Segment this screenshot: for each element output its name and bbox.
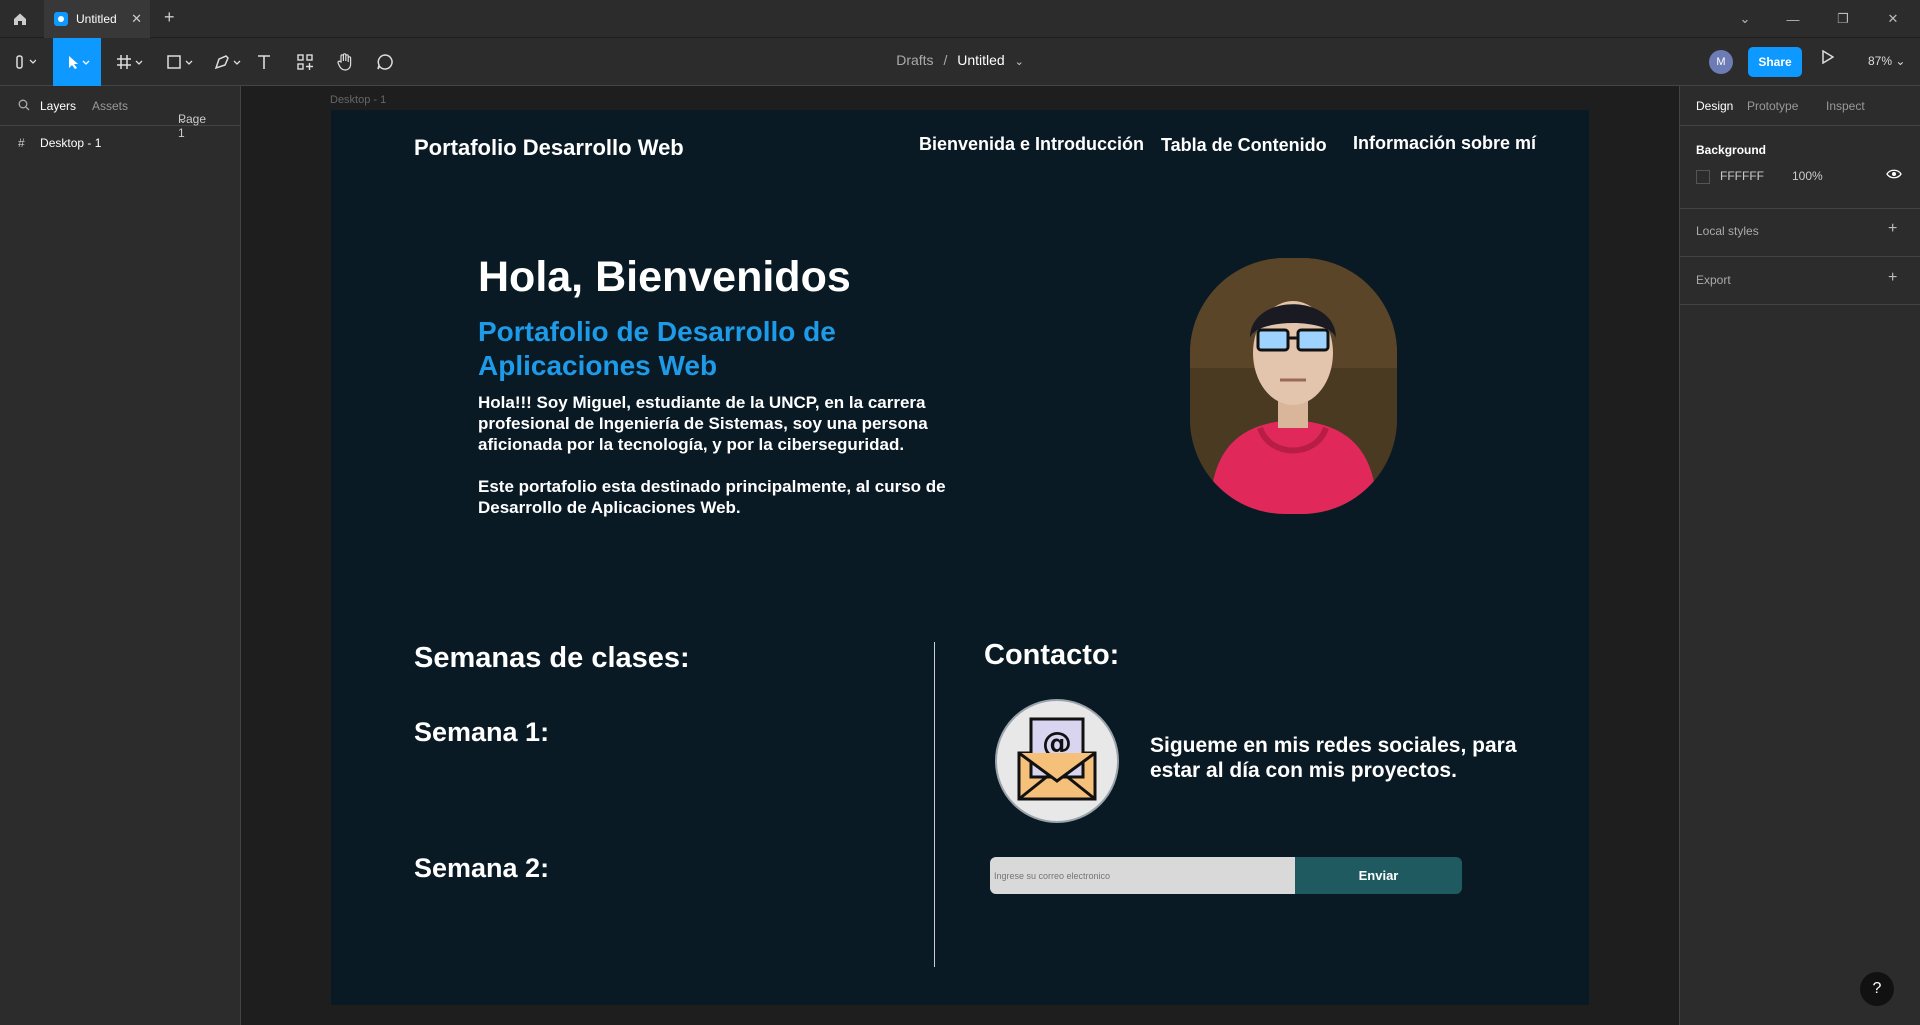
toolbar: Drafts / Untitled ⌄ [0, 38, 1920, 86]
nav-item-tabla[interactable]: Tabla de Contenido [1161, 135, 1327, 156]
social-text: Sigueme en mis redes sociales, para esta… [1150, 734, 1517, 782]
contact-heading: Contacto: [984, 639, 1120, 671]
avatar[interactable]: M [1709, 50, 1733, 74]
share-button[interactable]: Share [1748, 47, 1802, 77]
local-styles-label: Local styles [1696, 224, 1759, 238]
breadcrumb-separator: / [943, 52, 948, 68]
weeks-heading: Semanas de clases: [414, 642, 690, 674]
file-tab-label: Untitled [76, 12, 117, 26]
breadcrumb-drafts[interactable]: Drafts [896, 52, 933, 68]
tab-layers[interactable]: Layers [40, 99, 76, 113]
breadcrumb: Drafts / Untitled ⌄ [0, 52, 1920, 68]
tab-inspect[interactable]: Inspect [1826, 99, 1865, 113]
zoom-value: 87% [1868, 54, 1893, 68]
present-icon[interactable] [1822, 49, 1835, 67]
design-panel: Design Prototype Inspect Background FFFF… [1679, 86, 1920, 1025]
background-swatch[interactable] [1696, 170, 1710, 184]
nav-item-bienvenida[interactable]: Bienvenida e Introducción [919, 134, 1144, 155]
intro-text-1: Hola!!! Soy Miguel, estudiante de la UNC… [478, 393, 928, 454]
tab-assets[interactable]: Assets [92, 99, 128, 113]
page-chevron-icon: ⌄ [178, 112, 189, 126]
profile-photo [1190, 258, 1397, 514]
tab-bar: Untitled ✕ + ⌄ — ❐ ✕ [0, 0, 1920, 38]
frame-label[interactable]: Desktop - 1 [330, 94, 386, 106]
help-icon[interactable]: ? [1860, 972, 1894, 1006]
desktop-frame[interactable]: Portafolio Desarrollo Web Bienvenida e I… [331, 110, 1589, 1005]
hero-subtitle: Portafolio de Desarrollo de Aplicaciones… [478, 316, 836, 381]
intro-paragraph: Hola!!! Soy Miguel, estudiante de la UNC… [478, 392, 958, 518]
visibility-eye-icon[interactable] [1886, 168, 1902, 183]
panel-divider [1680, 208, 1920, 209]
close-tab-icon[interactable]: ✕ [131, 11, 142, 27]
file-name[interactable]: Untitled [957, 52, 1004, 68]
week-2-heading: Semana 2: [414, 853, 550, 883]
add-style-icon[interactable]: + [1888, 220, 1897, 238]
file-tab[interactable]: Untitled ✕ [44, 0, 150, 38]
layer-label: Desktop - 1 [40, 136, 102, 150]
nav-item-informacion[interactable]: Información sobre mí [1353, 133, 1536, 154]
export-label: Export [1696, 273, 1731, 287]
new-tab-icon[interactable]: + [164, 7, 175, 28]
send-button[interactable]: Enviar [1295, 857, 1462, 894]
background-hex[interactable]: FFFFFF [1720, 169, 1764, 183]
email-input[interactable] [990, 857, 1296, 894]
background-label: Background [1696, 143, 1767, 157]
panel-divider [1680, 256, 1920, 257]
figma-file-icon [54, 12, 68, 26]
frame-icon: # [18, 136, 25, 150]
search-icon[interactable] [18, 99, 30, 114]
layer-desktop-1[interactable]: # Desktop - 1 [18, 136, 101, 150]
background-opacity[interactable]: 100% [1792, 169, 1823, 183]
tab-design[interactable]: Design [1696, 99, 1733, 113]
section-divider [934, 642, 935, 967]
zoom-level[interactable]: 87% ⌄ [1868, 54, 1905, 68]
week-1-heading: Semana 1: [414, 717, 550, 747]
layers-panel: Layers Assets Page 1 ⌄ # Desktop - 1 [0, 86, 241, 1025]
add-export-icon[interactable]: + [1888, 269, 1897, 287]
window-close-icon[interactable]: ✕ [1870, 0, 1916, 38]
home-icon[interactable] [8, 7, 32, 31]
email-envelope-icon: @ [995, 699, 1119, 823]
zoom-chevron-icon: ⌄ [1895, 54, 1906, 68]
restore-icon[interactable]: ❐ [1820, 0, 1866, 38]
chevron-down-icon[interactable]: ⌄ [1722, 0, 1768, 38]
panel-divider [1680, 304, 1920, 305]
minimize-icon[interactable]: — [1770, 0, 1816, 38]
hero-title: Hola, Bienvenidos [478, 253, 851, 301]
intro-text-2: Este portafolio esta destinado principal… [478, 477, 946, 517]
file-menu-chevron-icon[interactable]: ⌄ [1015, 56, 1024, 68]
tab-prototype[interactable]: Prototype [1747, 99, 1798, 113]
site-title: Portafolio Desarrollo Web [414, 135, 684, 160]
